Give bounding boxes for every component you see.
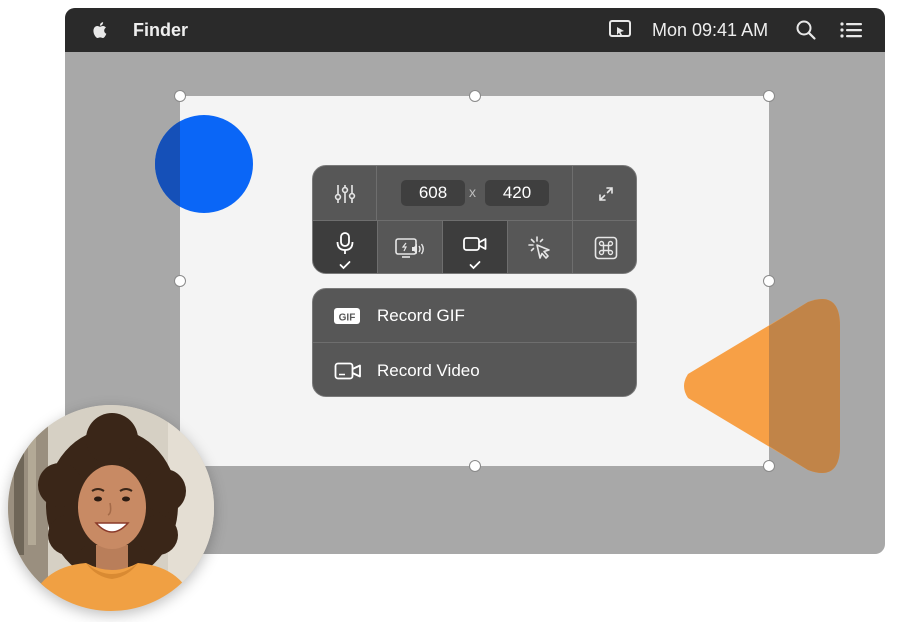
size-controls: 608 x 420 bbox=[377, 166, 573, 221]
menu-bar-clock[interactable]: Mon 09:41 AM bbox=[652, 20, 768, 41]
camera-icon bbox=[463, 237, 487, 251]
resize-handle-bottom[interactable] bbox=[469, 460, 481, 472]
microphone-toggle[interactable] bbox=[313, 221, 378, 273]
width-input[interactable]: 608 bbox=[401, 180, 465, 206]
cursor-click-icon bbox=[528, 236, 550, 259]
decorative-blue-circle bbox=[155, 115, 253, 213]
toolbar-options-row bbox=[313, 221, 636, 273]
keystrokes-toggle[interactable] bbox=[573, 221, 636, 273]
check-icon bbox=[339, 261, 351, 270]
resize-handle-left[interactable] bbox=[174, 275, 186, 287]
apple-icon[interactable] bbox=[89, 19, 111, 41]
menu-bar: Finder Mon 09:41 AM bbox=[65, 8, 885, 52]
webcam-person-image bbox=[8, 405, 214, 611]
record-gif-button[interactable]: GIF Record GIF bbox=[313, 289, 636, 343]
decorative-orange-triangle bbox=[684, 299, 840, 473]
capture-toolbar: 608 x 420 bbox=[312, 165, 637, 274]
list-icon[interactable] bbox=[839, 19, 863, 41]
sliders-icon bbox=[334, 184, 355, 203]
fullscreen-button[interactable] bbox=[573, 166, 636, 221]
resize-handle-top-left[interactable] bbox=[174, 90, 186, 102]
check-icon bbox=[469, 261, 481, 270]
video-camera-icon bbox=[334, 362, 361, 380]
record-gif-label: Record GIF bbox=[377, 305, 465, 325]
search-icon[interactable] bbox=[795, 19, 817, 41]
resize-handle-top[interactable] bbox=[469, 90, 481, 102]
camera-toggle[interactable] bbox=[443, 221, 508, 273]
screen-cast-icon[interactable] bbox=[608, 18, 632, 42]
record-menu: GIF Record GIF Record Video bbox=[312, 288, 637, 397]
resize-handle-top-right[interactable] bbox=[763, 90, 775, 102]
system-audio-icon bbox=[395, 238, 424, 258]
app-name[interactable]: Finder bbox=[133, 20, 188, 41]
settings-button[interactable] bbox=[313, 166, 377, 221]
height-input[interactable]: 420 bbox=[485, 180, 549, 206]
click-highlight-toggle[interactable] bbox=[508, 221, 573, 273]
record-video-label: Record Video bbox=[377, 361, 480, 380]
microphone-icon bbox=[336, 232, 354, 254]
record-video-button[interactable]: Record Video bbox=[313, 344, 636, 396]
size-separator: x bbox=[469, 184, 476, 200]
toolbar-top-row: 608 x 420 bbox=[313, 166, 636, 221]
command-key-icon bbox=[594, 236, 617, 260]
svg-text:GIF: GIF bbox=[339, 312, 356, 323]
gif-icon: GIF bbox=[334, 307, 360, 324]
system-audio-toggle[interactable] bbox=[378, 221, 443, 273]
expand-icon bbox=[598, 186, 613, 201]
webcam-preview[interactable] bbox=[8, 405, 214, 611]
resize-handle-right[interactable] bbox=[763, 275, 775, 287]
